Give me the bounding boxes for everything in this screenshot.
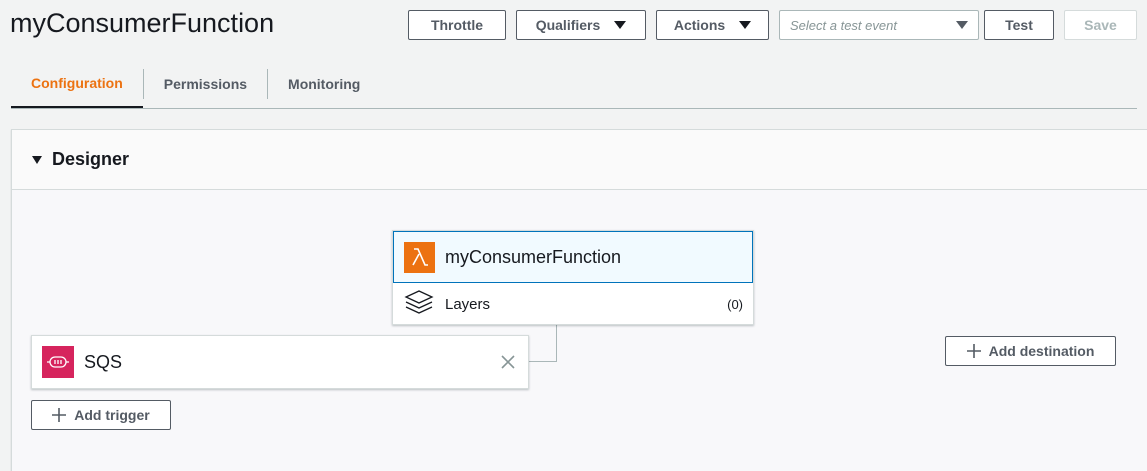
test-event-placeholder: Select a test event bbox=[790, 17, 897, 33]
lambda-icon bbox=[404, 241, 435, 273]
sqs-icon bbox=[42, 346, 74, 378]
throttle-button[interactable]: Throttle bbox=[408, 10, 506, 40]
add-destination-label: Add destination bbox=[988, 343, 1095, 359]
caret-down-icon bbox=[739, 21, 752, 29]
add-destination-button[interactable]: Add destination bbox=[945, 336, 1116, 366]
tab-monitoring[interactable]: Monitoring bbox=[268, 60, 380, 108]
page-title: myConsumerFunction bbox=[10, 8, 275, 38]
test-button[interactable]: Test bbox=[984, 10, 1054, 40]
trigger-name: SQS bbox=[84, 351, 123, 372]
actions-label: Actions bbox=[673, 17, 726, 33]
layers-label: Layers bbox=[445, 295, 491, 313]
actions-button[interactable]: Actions bbox=[656, 10, 769, 40]
add-trigger-button[interactable]: Add trigger bbox=[31, 400, 171, 430]
trigger-sqs-card[interactable]: SQS bbox=[31, 335, 529, 389]
collapse-triangle-icon[interactable] bbox=[32, 155, 42, 164]
trigger-connector bbox=[529, 324, 557, 362]
save-button[interactable]: Save bbox=[1064, 10, 1137, 40]
tab-bar: Configuration Permissions Monitoring bbox=[11, 60, 380, 108]
tab-label: Configuration bbox=[31, 75, 123, 91]
tab-underline-divider bbox=[11, 108, 1137, 109]
layers-count: (0) bbox=[727, 296, 743, 312]
throttle-label: Throttle bbox=[430, 17, 484, 33]
function-name: myConsumerFunction bbox=[445, 246, 622, 267]
tab-configuration[interactable]: Configuration bbox=[11, 60, 143, 108]
save-label: Save bbox=[1084, 17, 1117, 33]
caret-down-icon bbox=[956, 21, 968, 29]
tab-label: Monitoring bbox=[288, 76, 361, 92]
qualifiers-label: Qualifiers bbox=[535, 17, 601, 33]
designer-title: Designer bbox=[52, 149, 130, 169]
tab-permissions[interactable]: Permissions bbox=[144, 60, 267, 108]
tab-label: Permissions bbox=[163, 76, 248, 92]
close-icon[interactable] bbox=[498, 352, 518, 372]
qualifiers-button[interactable]: Qualifiers bbox=[516, 10, 646, 40]
test-label: Test bbox=[1005, 17, 1033, 33]
plus-icon bbox=[52, 408, 67, 422]
function-node[interactable]: myConsumerFunction bbox=[393, 231, 753, 283]
plus-icon bbox=[966, 344, 981, 358]
add-trigger-label: Add trigger bbox=[74, 407, 150, 423]
designer-header[interactable]: Designer bbox=[11, 129, 1147, 190]
layers-row[interactable]: Layers (0) bbox=[393, 284, 753, 324]
caret-down-icon bbox=[614, 21, 627, 29]
layers-icon bbox=[403, 288, 435, 321]
test-event-select[interactable]: Select a test event bbox=[779, 10, 979, 40]
